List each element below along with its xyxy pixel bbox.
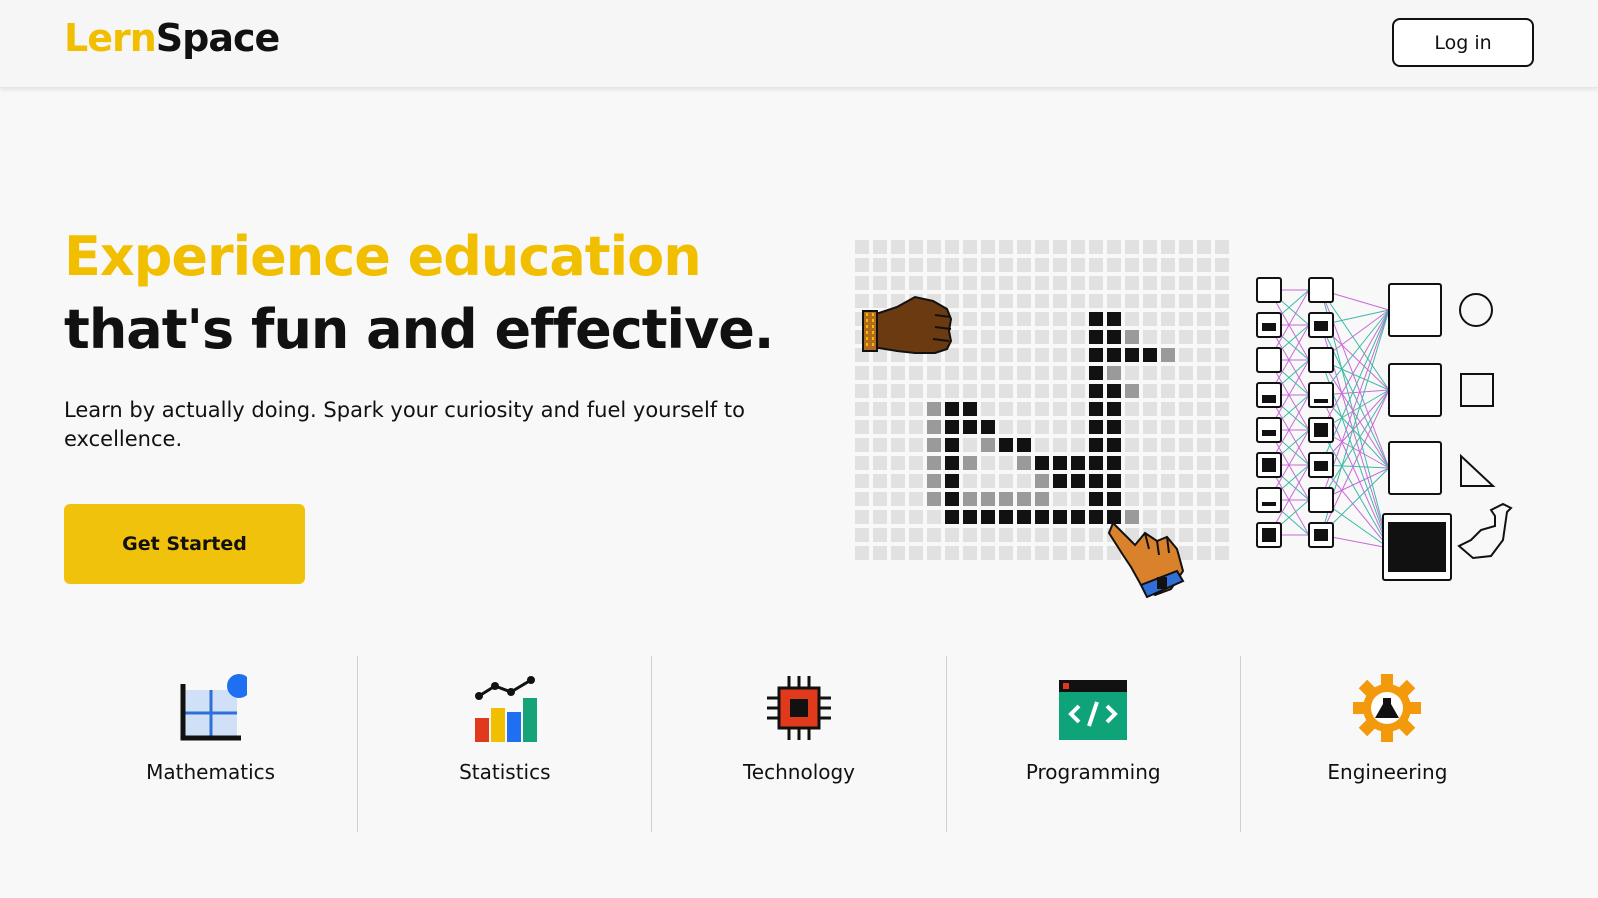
neural-network-diagram bbox=[1256, 277, 1513, 581]
category-engineering[interactable]: Engineering bbox=[1241, 656, 1534, 832]
pixel-grid bbox=[855, 240, 1229, 560]
logo-space: Space bbox=[155, 16, 281, 60]
hero-title-rest: that's fun and effective. bbox=[64, 298, 774, 361]
logo-lern: Lern bbox=[64, 16, 157, 60]
code-window-icon bbox=[1059, 680, 1128, 740]
chip-icon bbox=[767, 676, 831, 740]
category-technology[interactable]: Technology bbox=[652, 656, 947, 832]
category-statistics[interactable]: Statistics bbox=[358, 656, 653, 832]
hero-subtitle: Learn by actually doing. Spark your curi… bbox=[64, 398, 745, 451]
math-grid-icon bbox=[180, 674, 247, 741]
category-programming[interactable]: Programming bbox=[947, 656, 1241, 832]
hero-title: Experience education that's fun and effe… bbox=[64, 220, 824, 366]
login-button[interactable]: Log in bbox=[1392, 18, 1534, 67]
category-label: Technology bbox=[742, 760, 856, 784]
category-label: Engineering bbox=[1327, 760, 1448, 784]
category-mathematics[interactable]: Mathematics bbox=[64, 656, 359, 832]
logo[interactable]: LernSpace bbox=[64, 16, 281, 60]
hero-illustration bbox=[855, 240, 1513, 599]
gear-flask-icon bbox=[1353, 674, 1422, 742]
category-list: Mathematics Statistics Technology Progra… bbox=[64, 656, 1534, 832]
hero-title-accent: Experience education bbox=[64, 225, 702, 288]
get-started-button[interactable]: Get Started bbox=[64, 504, 305, 584]
category-label: Mathematics bbox=[146, 760, 276, 784]
bar-chart-icon bbox=[474, 676, 537, 742]
top-nav: LernSpace Log in bbox=[0, 0, 1598, 88]
category-label: Statistics bbox=[459, 760, 551, 784]
category-label: Programming bbox=[1025, 760, 1161, 784]
